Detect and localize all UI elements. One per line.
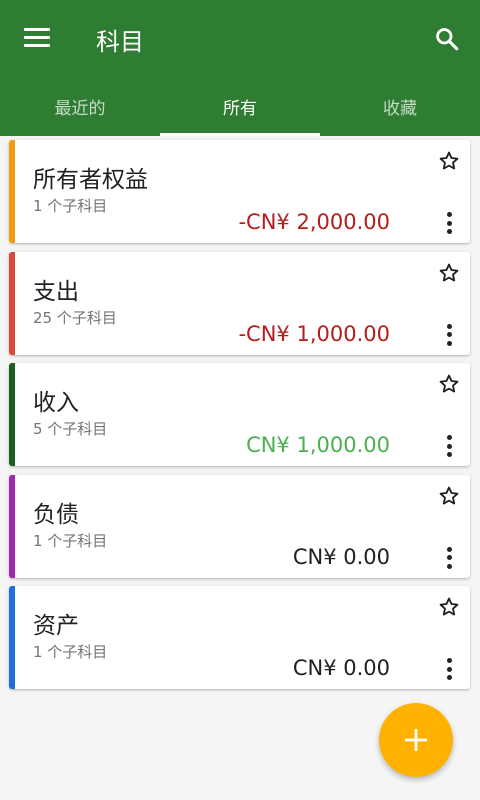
tab-bar: 最近的 所有 收藏 xyxy=(0,76,480,136)
star-outline-icon[interactable] xyxy=(438,150,460,172)
subaccount-count: 25 个子科目 xyxy=(33,308,117,327)
subaccount-count: 5 个子科目 xyxy=(33,420,108,438)
account-card[interactable]: 收入 5 个子科目 CN¥ 1,000.00 xyxy=(9,363,470,466)
toolbar: 科目 xyxy=(0,0,480,76)
tab-favorites[interactable]: 收藏 xyxy=(320,76,480,136)
account-balance: CN¥ 0.00 xyxy=(292,656,390,680)
account-color-stripe xyxy=(9,363,15,466)
add-account-button[interactable] xyxy=(379,703,453,777)
tab-label: 所有 xyxy=(223,98,257,119)
more-vert-icon[interactable] xyxy=(438,433,460,459)
tab-label: 收藏 xyxy=(383,98,417,119)
search-icon[interactable] xyxy=(434,26,460,52)
subaccount-count: 1 个子科目 xyxy=(33,531,108,550)
account-balance: CN¥ 0.00 xyxy=(292,544,390,569)
page-title: 科目 xyxy=(96,28,144,56)
subaccount-count: 1 个子科目 xyxy=(33,197,108,215)
account-color-stripe xyxy=(9,586,15,689)
account-name: 所有者权益 xyxy=(33,167,148,193)
menu-icon[interactable] xyxy=(24,28,50,48)
star-outline-icon[interactable] xyxy=(438,485,460,507)
subaccount-count: 1 个子科目 xyxy=(33,643,108,661)
account-card[interactable]: 支出 25 个子科目 -CN¥ 1,000.00 xyxy=(9,251,470,355)
star-outline-icon[interactable] xyxy=(438,596,460,618)
account-card[interactable]: 所有者权益 1 个子科目 -CN¥ 2,000.00 xyxy=(9,140,470,243)
account-card[interactable]: 资产 1 个子科目 CN¥ 0.00 xyxy=(9,586,470,689)
more-vert-icon[interactable] xyxy=(438,656,460,682)
account-balance: CN¥ 1,000.00 xyxy=(246,433,390,457)
star-outline-icon[interactable] xyxy=(438,373,460,395)
account-name: 负债 xyxy=(33,501,79,528)
account-color-stripe xyxy=(9,140,15,243)
more-vert-icon[interactable] xyxy=(438,545,460,571)
more-vert-icon[interactable] xyxy=(438,210,460,236)
star-outline-icon[interactable] xyxy=(438,262,460,284)
account-card[interactable]: 负债 1 个子科目 CN¥ 0.00 xyxy=(9,474,470,578)
tab-all[interactable]: 所有 xyxy=(160,76,320,136)
tab-label: 最近的 xyxy=(54,98,106,119)
account-name: 收入 xyxy=(33,390,79,416)
account-balance: -CN¥ 2,000.00 xyxy=(238,210,390,234)
account-name: 支出 xyxy=(33,278,79,305)
tab-recent[interactable]: 最近的 xyxy=(0,76,160,136)
plus-icon xyxy=(404,728,428,752)
app-bar: 科目 最近的 所有 收藏 xyxy=(0,0,480,136)
account-color-stripe xyxy=(9,251,15,355)
account-name: 资产 xyxy=(33,613,79,639)
account-balance: -CN¥ 1,000.00 xyxy=(238,321,390,346)
more-vert-icon[interactable] xyxy=(438,322,460,348)
account-color-stripe xyxy=(9,474,15,578)
